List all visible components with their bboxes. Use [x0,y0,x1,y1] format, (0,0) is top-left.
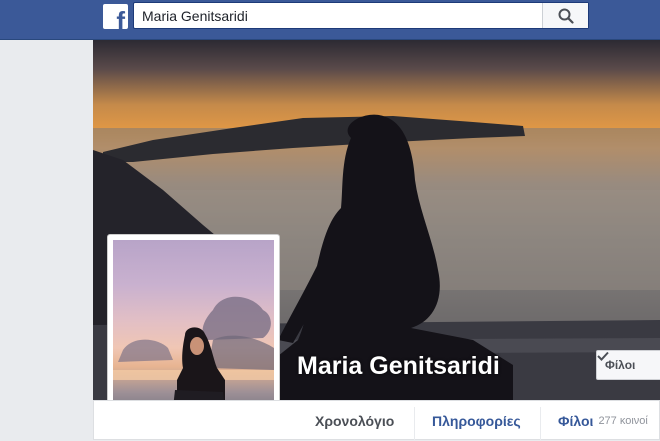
search-icon [558,8,574,24]
search-button[interactable] [542,3,588,28]
tab-friends-label: Φίλοι [558,413,594,429]
profile-picture[interactable] [107,234,280,426]
facebook-logo-letter: f [116,6,125,29]
checkmark-icon [597,351,609,361]
tab-about[interactable]: Πληροφορίες [432,401,521,441]
profile-nav-bar: Χρονολόγιο Πληροφορίες Φίλοι 277 κοινοί [93,400,660,441]
facebook-logo-icon[interactable]: f [103,4,128,29]
nav-divider [540,407,541,441]
tab-about-label: Πληροφορίες [432,413,521,429]
search-box [133,2,589,29]
friends-status-button[interactable]: Φίλοι [596,350,660,380]
tab-timeline[interactable]: Χρονολόγιο [315,401,394,441]
tab-timeline-label: Χρονολόγιο [315,413,395,429]
mutual-friends-count: 277 κοινοί [598,415,648,427]
profile-picture-image [113,240,274,420]
top-navigation-bar: f [0,0,660,40]
left-column [0,40,93,440]
profile-name[interactable]: Maria Genitsaridi [297,352,500,381]
search-input[interactable] [134,3,542,28]
nav-divider [414,407,415,441]
tab-friends[interactable]: Φίλοι 277 κοινοί [558,401,648,441]
friends-status-label: Φίλοι [605,358,636,372]
